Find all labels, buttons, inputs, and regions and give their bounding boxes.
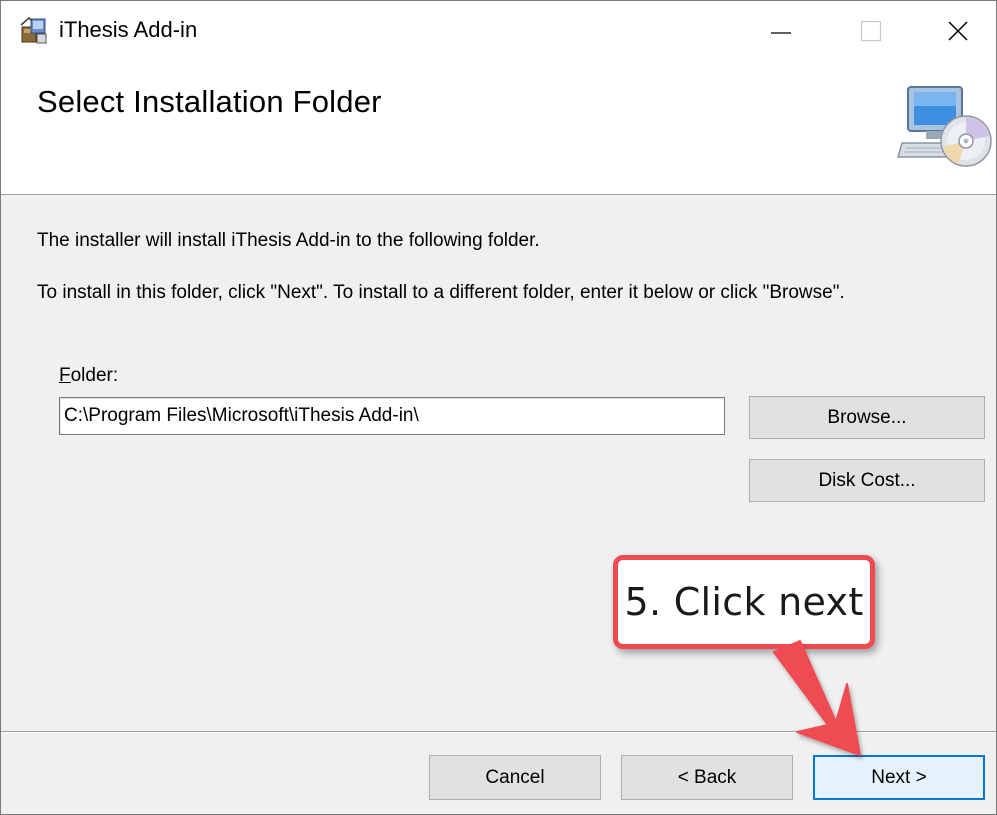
annotation-callout: 5. Click next	[613, 555, 875, 649]
header-banner: Select Installation Folder	[1, 61, 996, 195]
computer-disc-icon	[897, 86, 992, 167]
browse-button[interactable]: Browse...	[749, 396, 985, 439]
disk-cost-button[interactable]: Disk Cost...	[749, 459, 985, 502]
next-button[interactable]: Next >	[813, 755, 985, 800]
minimize-icon	[771, 32, 791, 34]
description-line-2: To install in this folder, click "Next".…	[37, 282, 845, 303]
description-line-1: The installer will install iThesis Add-i…	[37, 230, 540, 251]
annotation-text: 5. Click next	[624, 580, 864, 624]
folder-path-input[interactable]	[59, 397, 725, 435]
folder-label-text: older:	[70, 365, 119, 386]
folder-label: Folder:	[59, 365, 118, 387]
cancel-button[interactable]: Cancel	[429, 755, 601, 800]
minimize-button[interactable]	[736, 1, 826, 61]
back-button[interactable]: < Back	[621, 755, 793, 800]
page-title: Select Installation Folder	[37, 84, 382, 119]
close-icon	[948, 21, 968, 41]
title-bar[interactable]: iThesis Add-in	[1, 1, 996, 61]
close-button[interactable]	[913, 1, 996, 61]
maximize-button[interactable]	[826, 1, 916, 61]
installer-window: iThesis Add-in Select Installation Folde…	[0, 0, 997, 815]
installer-package-icon	[20, 16, 47, 44]
footer-divider-highlight	[1, 732, 996, 733]
window-title: iThesis Add-in	[59, 17, 198, 42]
folder-label-accelerator: F	[59, 365, 71, 386]
maximize-icon	[860, 20, 882, 42]
